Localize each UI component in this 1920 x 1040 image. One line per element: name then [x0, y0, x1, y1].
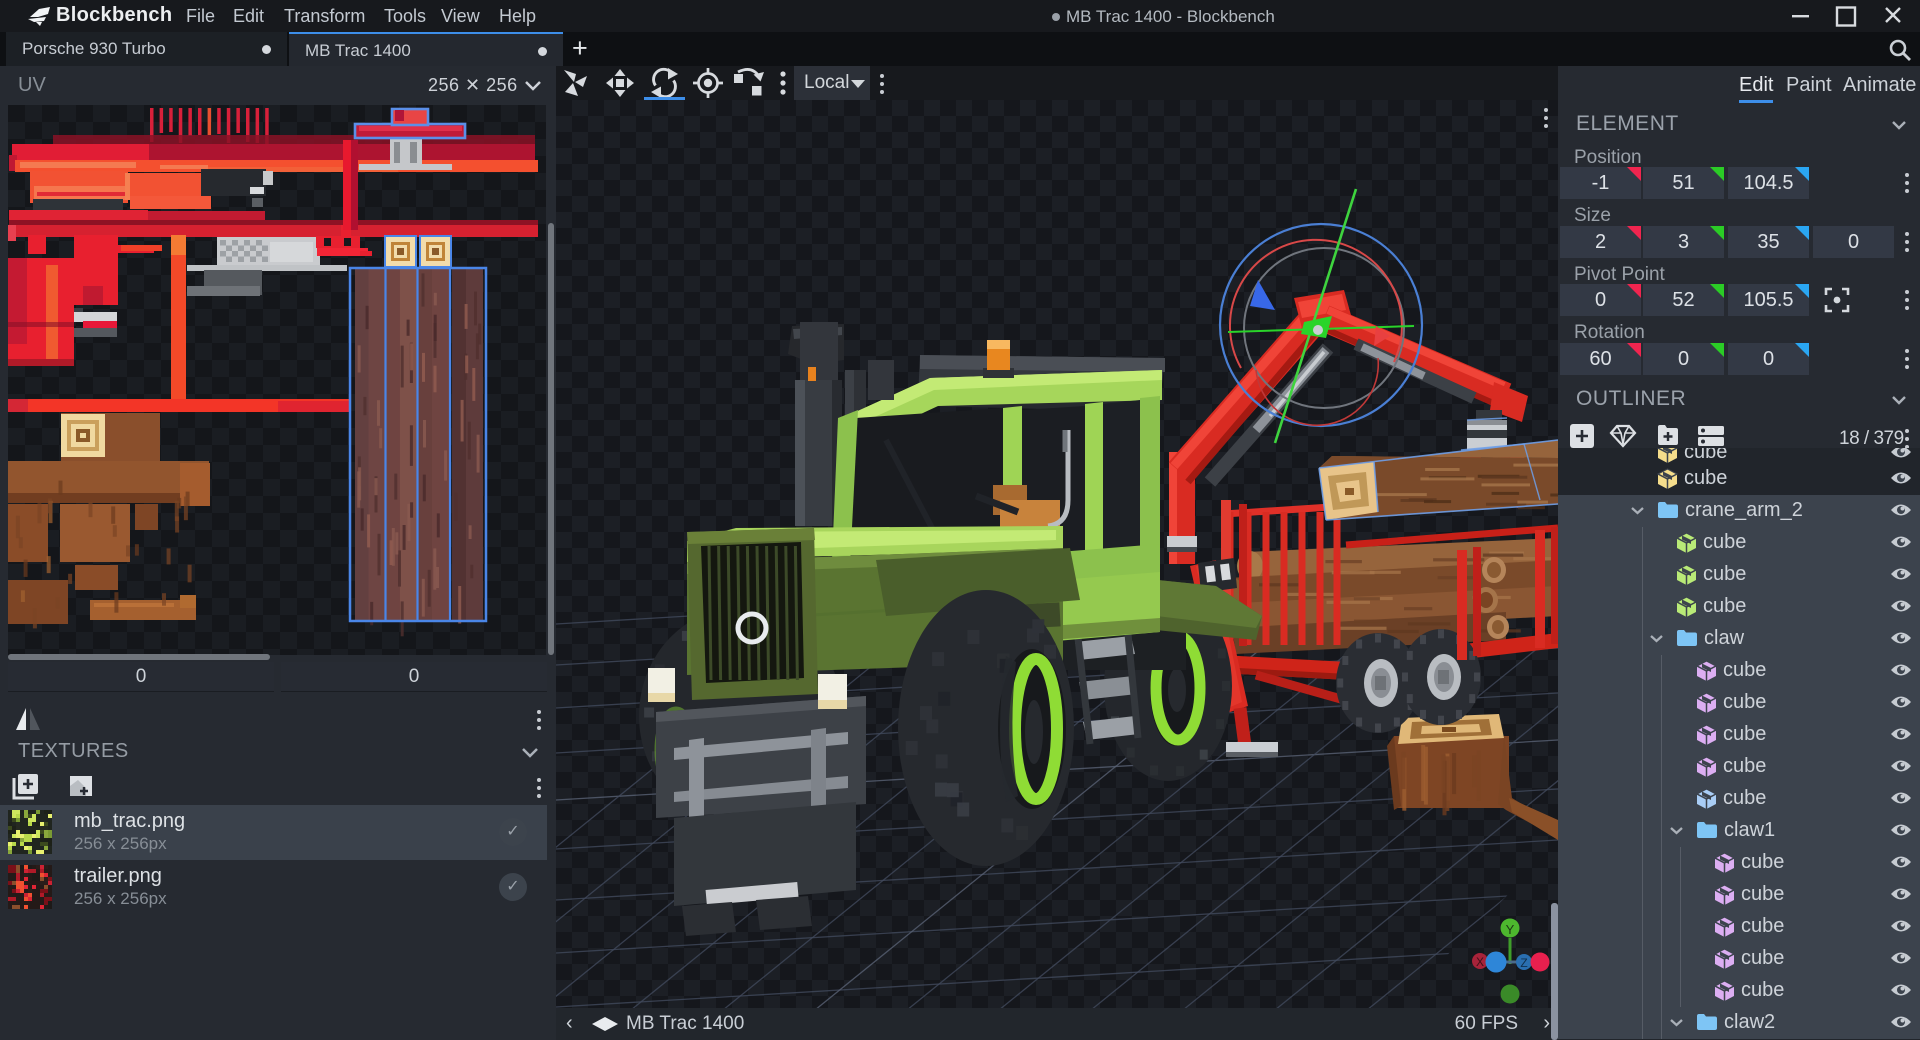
svg-text:Y: Y — [1506, 922, 1515, 937]
svg-text:X: X — [1476, 955, 1484, 969]
svg-text:Z: Z — [1520, 956, 1527, 970]
